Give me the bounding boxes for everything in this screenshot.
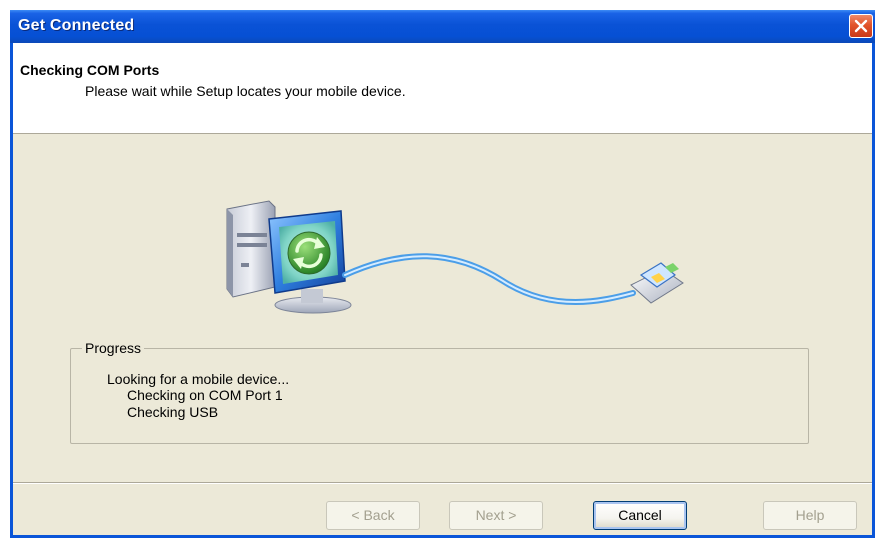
progress-group-label: Progress [82,340,145,356]
back-button[interactable]: < Back [326,501,420,530]
progress-group: Progress Looking for a mobile device... … [70,340,809,444]
close-button[interactable] [849,14,873,38]
next-button[interactable]: Next > [449,501,543,530]
get-connected-dialog: Get Connected Checking COM Ports Please … [10,10,875,538]
dialog-body: Checking COM Ports Please wait while Set… [13,43,872,535]
close-icon [854,19,868,33]
page-title: Checking COM Ports [20,62,160,78]
progress-detail-usb: Checking USB [127,404,219,420]
cancel-button[interactable]: Cancel [593,501,687,530]
title-bar[interactable]: Get Connected [10,10,875,43]
connection-illustration [226,200,684,314]
page-subtitle: Please wait while Setup locates your mob… [85,83,406,99]
window-title: Get Connected [18,17,135,34]
help-button[interactable]: Help [763,501,857,530]
mobile-device-icon [630,262,684,304]
sync-icon [287,231,331,275]
progress-status-line: Looking for a mobile device... [107,371,290,387]
usb-cable-icon [342,253,636,305]
wizard-header: Checking COM Ports Please wait while Set… [13,43,872,134]
progress-detail-com: Checking on COM Port 1 [127,387,283,403]
button-separator [13,482,872,484]
